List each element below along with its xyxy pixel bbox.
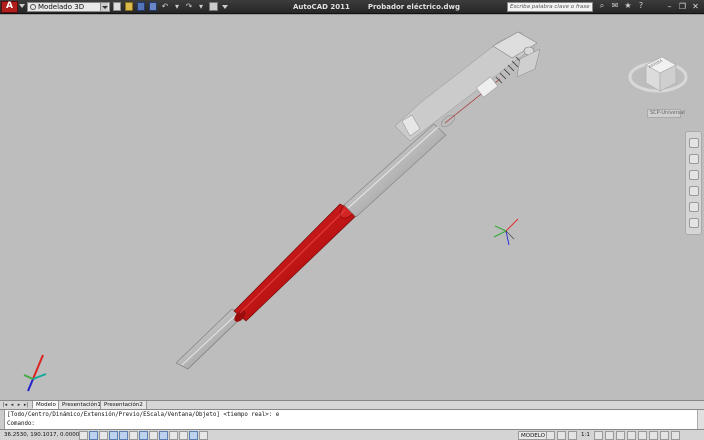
ucs-icon-corner	[23, 354, 47, 392]
document-name: Probador eléctrico.dwg	[367, 3, 461, 11]
quick-view-layouts-icon[interactable]	[546, 431, 555, 440]
navigation-bar	[685, 131, 702, 235]
nav-bar-menu-icon[interactable]	[689, 218, 699, 228]
command-window: [Todo/Centro/Dinámico/Extensión/Previo/E…	[0, 409, 704, 430]
annotation-scale-icon[interactable]	[568, 431, 577, 440]
pan-icon[interactable]	[689, 154, 699, 164]
undo-dropdown-icon[interactable]: ▾	[173, 2, 181, 11]
polar-icon[interactable]	[109, 431, 118, 440]
workspace-switching-icon[interactable]	[615, 431, 625, 440]
workspace-label: Modelado 3D	[38, 3, 85, 11]
tab-next-icon[interactable]: ▸	[16, 402, 22, 408]
red-handle[interactable]	[232, 197, 361, 324]
infocenter-toolbar: ⌕ ✉ ★ ?	[598, 2, 645, 12]
orbit-icon[interactable]	[689, 186, 699, 196]
restore-icon[interactable]: ❐	[677, 1, 688, 12]
app-name: AutoCAD 2011	[293, 3, 350, 11]
help-icon[interactable]: ?	[637, 2, 645, 10]
workspace-dropdown[interactable]: Modelado 3D	[27, 2, 110, 12]
title-bar: A Modelado 3D ↶ ▾ ↷ ▾ AutoCAD 2011 Probad…	[0, 0, 704, 14]
annotation-scale[interactable]: 1:1	[579, 431, 592, 440]
status-bar: 36.2530, 190.1017, 0.0000 MODELO 1:1	[0, 429, 704, 440]
viewcube[interactable]: ARRIBA	[626, 43, 690, 107]
customize-toolbar-icon[interactable]	[222, 5, 228, 9]
search-icon[interactable]: ⌕	[598, 2, 606, 10]
selection-cycling-icon[interactable]	[199, 431, 208, 440]
otrack-icon[interactable]	[139, 431, 148, 440]
command-history: [Todo/Centro/Dinámico/Extensión/Previo/E…	[7, 412, 280, 418]
redo-dropdown-icon[interactable]: ▾	[197, 2, 205, 11]
ucs-icon-center	[493, 218, 519, 246]
zoom-icon[interactable]	[689, 170, 699, 180]
grid-icon[interactable]	[89, 431, 98, 440]
save-icon[interactable]	[137, 2, 145, 11]
plot-icon[interactable]	[209, 2, 218, 11]
quick-view-drawings-icon[interactable]	[557, 431, 566, 440]
lineweight-icon[interactable]	[169, 431, 178, 440]
new-file-icon[interactable]	[113, 2, 121, 11]
tab-last-icon[interactable]: ▸|	[23, 402, 29, 408]
tab-presentacion1[interactable]: Presentación1	[58, 401, 105, 409]
application-menu-arrow-icon[interactable]	[19, 4, 25, 8]
application-menu-button[interactable]: A	[1, 1, 18, 13]
model-space-button[interactable]: MODELO	[518, 431, 548, 440]
clean-screen-icon[interactable]	[670, 431, 680, 440]
layout-tab-bar: |◂ ◂ ▸ ▸| Modelo Presentación1 Presentac…	[0, 400, 704, 409]
command-prompt[interactable]: Comando:	[7, 420, 35, 429]
tab-first-icon[interactable]: |◂	[2, 402, 8, 408]
isolate-objects-icon[interactable]	[648, 431, 658, 440]
showmotion-icon[interactable]	[689, 202, 699, 212]
minimize-icon[interactable]: –	[664, 1, 675, 12]
screwdriver-blade[interactable]	[175, 308, 244, 370]
favorites-star-icon[interactable]: ★	[624, 2, 632, 10]
viewcube-graphic	[628, 56, 688, 93]
app-logo-letter: A	[6, 1, 13, 11]
window-controls: – ❐ ✕	[664, 1, 701, 12]
steering-wheel-icon[interactable]	[689, 138, 699, 148]
transparency-icon[interactable]	[179, 431, 188, 440]
save-as-icon[interactable]	[149, 2, 157, 11]
model-canvas	[23, 31, 541, 392]
ortho-icon[interactable]	[99, 431, 108, 440]
annotation-visibility-icon[interactable]	[593, 431, 603, 440]
ducs-icon[interactable]	[149, 431, 158, 440]
command-window-grip[interactable]	[0, 410, 5, 430]
close-icon[interactable]: ✕	[690, 1, 701, 12]
status-menu-icon[interactable]	[659, 431, 669, 440]
command-scrollbar[interactable]	[697, 410, 704, 430]
undo-icon[interactable]: ↶	[161, 2, 169, 11]
tab-modelo[interactable]: Modelo	[32, 401, 60, 409]
open-folder-icon[interactable]	[125, 2, 133, 11]
status-tray: 1:1	[546, 431, 680, 440]
auto-scale-icon[interactable]	[604, 431, 614, 440]
redo-icon[interactable]: ↷	[185, 2, 193, 11]
dyn-icon[interactable]	[159, 431, 168, 440]
translucent-housing[interactable]	[394, 31, 538, 142]
quick-properties-icon[interactable]	[189, 431, 198, 440]
lock-icon[interactable]	[626, 431, 636, 440]
tab-prev-icon[interactable]: ◂	[9, 402, 15, 408]
autocad-window: A Modelado 3D ↶ ▾ ↷ ▾ AutoCAD 2011 Probad…	[0, 0, 704, 440]
cursor-coordinates[interactable]: 36.2530, 190.1017, 0.0000	[4, 430, 79, 440]
search-input[interactable]: Escriba palabra clave o frase	[507, 2, 593, 12]
quick-access-toolbar: ↶ ▾ ↷ ▾	[113, 2, 228, 12]
communication-center-icon[interactable]: ✉	[611, 2, 619, 10]
tab-presentacion2[interactable]: Presentación2	[100, 401, 147, 409]
wcs-menu[interactable]: SCP-Universal	[647, 109, 685, 118]
chevron-down-icon[interactable]	[100, 3, 108, 11]
3d-osnap-icon[interactable]	[129, 431, 138, 440]
osnap-icon[interactable]	[119, 431, 128, 440]
drafting-toggles	[79, 431, 208, 440]
metal-shaft[interactable]	[343, 123, 447, 218]
window-title: AutoCAD 2011 Probador eléctrico.dwg	[293, 1, 460, 13]
gear-icon	[30, 4, 36, 10]
drawing-viewport[interactable]: ARRIBA SCP-Universal	[0, 14, 704, 400]
snap-icon[interactable]	[79, 431, 88, 440]
hardware-acceleration-icon[interactable]	[637, 431, 647, 440]
